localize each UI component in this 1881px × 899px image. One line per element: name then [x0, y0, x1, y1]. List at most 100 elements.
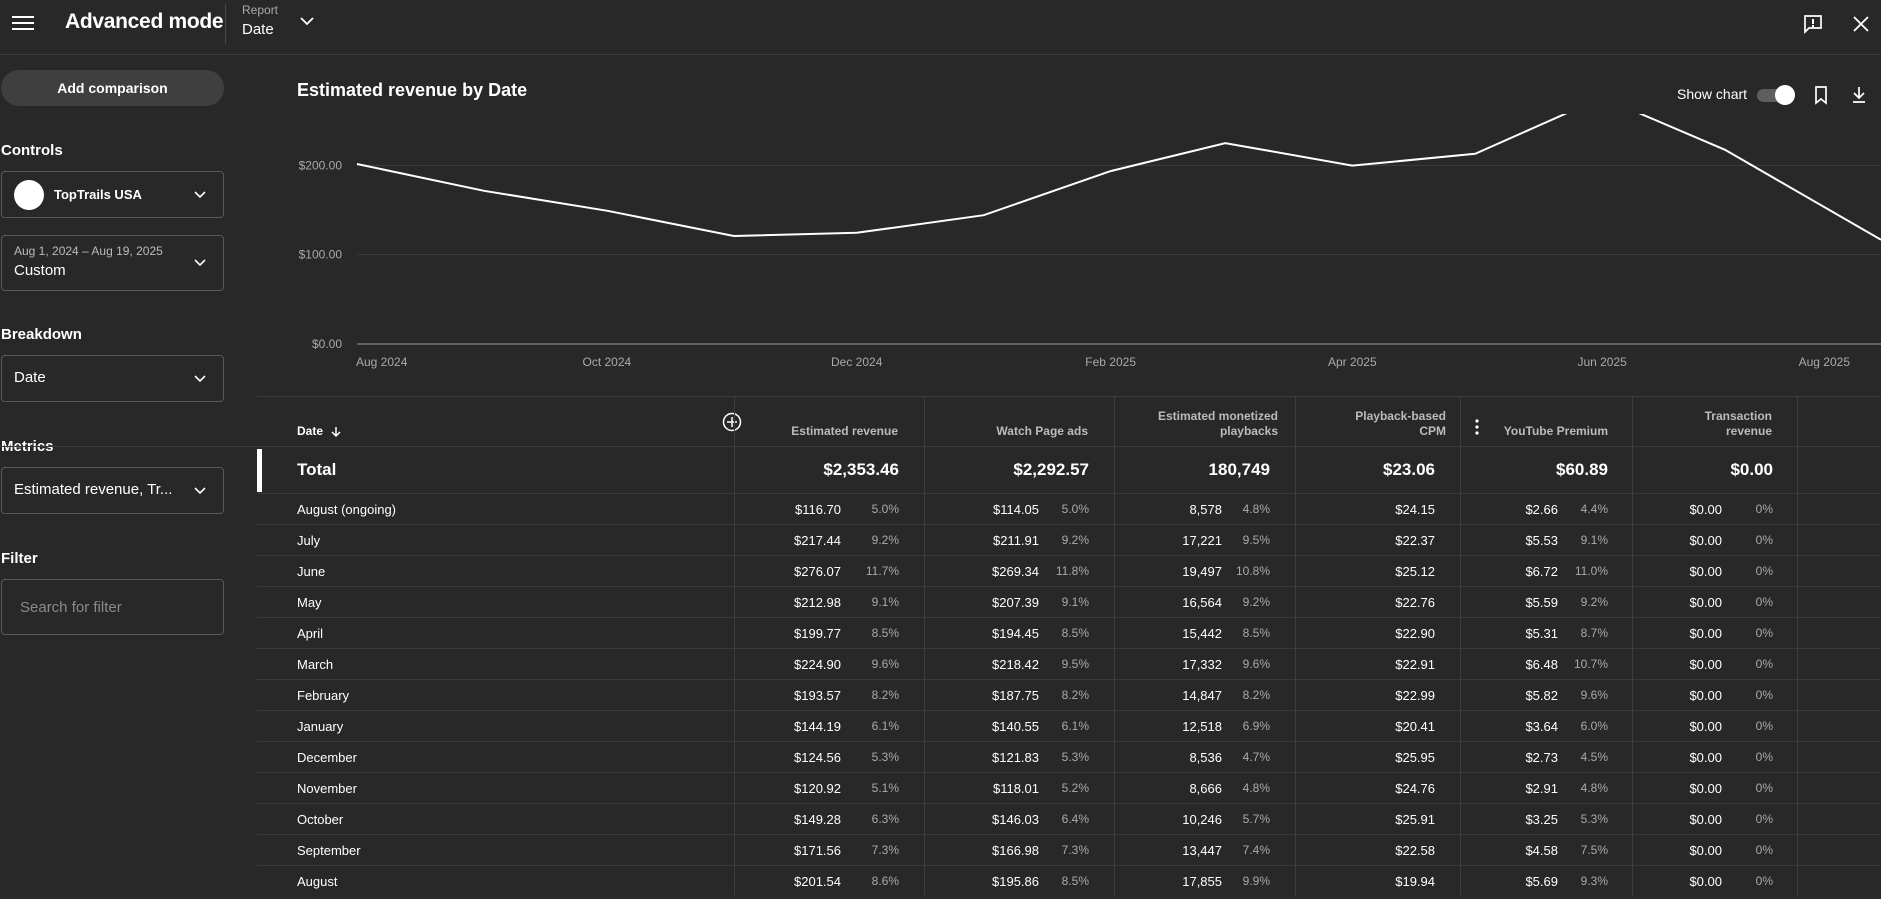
value-cell: 15,442 [1182, 625, 1222, 641]
column-header-monetized-playbacks[interactable]: Estimated monetized playbacks [1132, 397, 1278, 447]
value-cell: $6.48 [1525, 656, 1558, 672]
percent-cell: 0% [1755, 564, 1773, 578]
feedback-icon[interactable] [1802, 13, 1824, 35]
total-label: Total [297, 460, 337, 479]
column-header-youtube-premium[interactable]: YouTube Premium [1488, 397, 1608, 447]
table-row[interactable]: November $120.92 5.1% $118.01 5.2% 8,666 4.8% $… [257, 772, 1881, 803]
value-cell: $0.00 [1689, 501, 1722, 517]
value-cell: 14,847 [1182, 687, 1222, 703]
value-cell: $0.00 [1689, 563, 1722, 579]
value-cell: $121.83 [992, 749, 1039, 765]
value-cell: 16,564 [1182, 594, 1222, 610]
download-icon[interactable] [1848, 84, 1870, 106]
table-row[interactable]: October $149.28 6.3% $146.03 6.4% 10,246 5.7% $… [257, 803, 1881, 834]
percent-cell: 9.2% [1242, 595, 1270, 609]
table-row[interactable]: April $199.77 8.5% $194.45 8.5% 15,442 8.5% $22… [257, 617, 1881, 648]
percent-cell: 9.1% [1580, 533, 1608, 547]
close-icon[interactable] [1850, 13, 1872, 35]
percent-cell: 5.3% [871, 750, 899, 764]
value-cell: $0.00 [1689, 594, 1722, 610]
total-cell: $2,292.57 [1013, 460, 1089, 479]
column-header-estimated-revenue[interactable]: Estimated revenue [738, 397, 898, 447]
percent-cell: 7.3% [871, 843, 899, 857]
menu-icon[interactable] [12, 12, 34, 32]
date-cell: October [297, 811, 344, 827]
date-range-select[interactable]: Aug 1, 2024 – Aug 19, 2025 Custom [1, 235, 224, 291]
value-cell: $0.00 [1689, 811, 1722, 827]
value-cell: $3.64 [1525, 718, 1558, 734]
value-cell: $224.90 [794, 656, 841, 672]
percent-cell: 8.5% [1061, 626, 1089, 640]
percent-cell: 6.1% [871, 719, 899, 733]
table-row[interactable]: September $171.56 7.3% $166.98 7.3% 13,447 7.4… [257, 834, 1881, 865]
more-vert-icon[interactable] [1472, 418, 1482, 436]
table-row[interactable]: March $224.90 9.6% $218.42 9.5% 17,332 9.6% $22… [257, 648, 1881, 679]
percent-cell: 8.7% [1580, 626, 1608, 640]
value-cell: 8,578 [1189, 501, 1222, 517]
value-cell: $2.66 [1525, 501, 1558, 517]
table-row[interactable]: August (ongoing) $116.70 5.0% $114.05 5.0% 8,… [257, 493, 1881, 524]
column-header-date[interactable]: Date [297, 397, 377, 447]
value-cell: $199.77 [794, 625, 841, 641]
total-cell: $2,353.46 [823, 460, 899, 479]
value-cell: $187.75 [992, 687, 1039, 703]
percent-cell: 0% [1755, 626, 1773, 640]
table-row[interactable]: January $144.19 6.1% $140.55 6.1% 12,518 6.9% $… [257, 710, 1881, 741]
percent-cell: 5.0% [871, 502, 899, 516]
percent-cell: 0% [1755, 688, 1773, 702]
percent-cell: 8.2% [871, 688, 899, 702]
add-comparison-button[interactable]: Add comparison [1, 70, 224, 106]
table-row[interactable]: June $276.07 11.7% $269.34 11.8% 19,497 10.8% $… [257, 555, 1881, 586]
table-row[interactable]: May $212.98 9.1% $207.39 9.1% 16,564 9.2% $22.7… [257, 586, 1881, 617]
date-cell: January [297, 718, 344, 734]
chart-title: Estimated revenue by Date [297, 80, 528, 100]
value-cell: $207.39 [992, 594, 1039, 610]
chevron-down-icon [194, 259, 206, 267]
show-chart-toggle[interactable] [1755, 85, 1795, 105]
value-cell: $116.70 [794, 501, 841, 517]
filter-search-input[interactable] [1, 579, 224, 635]
breakdown-select[interactable]: Date [1, 355, 224, 402]
avatar [14, 180, 44, 210]
date-cell: April [297, 625, 324, 641]
percent-cell: 6.3% [871, 812, 899, 826]
percent-cell: 5.1% [871, 781, 899, 795]
percent-cell: 6.4% [1061, 812, 1089, 826]
column-header-watch-page-ads[interactable]: Watch Page ads [928, 397, 1088, 447]
value-cell: $22.91 [1395, 656, 1435, 672]
table-row[interactable]: July $217.44 9.2% $211.91 9.2% 17,221 9.5% $22.… [257, 524, 1881, 555]
date-preset: Custom [14, 262, 66, 279]
value-cell: 8,536 [1189, 749, 1222, 765]
table-row[interactable]: August $201.54 8.6% $195.86 8.5% 17,855 9.9% $1… [257, 865, 1881, 896]
report-label: Report [242, 3, 279, 17]
percent-cell: 6.9% [1242, 719, 1270, 733]
percent-cell: 9.9% [1242, 874, 1270, 888]
value-cell: $5.69 [1525, 873, 1558, 889]
value-cell: $5.82 [1525, 687, 1558, 703]
date-cell: August (ongoing) [297, 501, 397, 517]
percent-cell: 11.0% [1574, 564, 1608, 578]
percent-cell: 0% [1755, 657, 1773, 671]
percent-cell: 8.6% [871, 874, 899, 888]
chevron-down-icon [194, 190, 206, 198]
value-cell: $114.05 [992, 501, 1039, 517]
report-value[interactable]: Date [242, 21, 274, 38]
value-cell: $25.12 [1395, 563, 1435, 579]
value-cell: $218.42 [992, 656, 1039, 672]
chevron-down-icon[interactable] [297, 13, 317, 29]
percent-cell: 9.5% [1061, 657, 1089, 671]
channel-select[interactable]: TopTrails USA [1, 171, 224, 218]
value-cell: 8,666 [1189, 780, 1222, 796]
column-header-transaction-revenue[interactable]: Transaction revenue [1678, 397, 1772, 447]
value-cell: 10,246 [1182, 811, 1222, 827]
value-cell: 12,518 [1182, 718, 1222, 734]
percent-cell: 0% [1755, 533, 1773, 547]
percent-cell: 9.2% [871, 533, 899, 547]
bookmark-icon[interactable] [1810, 84, 1832, 106]
percent-cell: 4.8% [1242, 781, 1270, 795]
table-row[interactable]: February $193.57 8.2% $187.75 8.2% 14,847 8.2%… [257, 679, 1881, 710]
date-cell: August [297, 873, 338, 889]
table-row[interactable]: December $124.56 5.3% $121.83 5.3% 8,536 4.7% $… [257, 741, 1881, 772]
x-tick-label: Aug 2025 [1799, 355, 1851, 369]
column-header-playback-cpm[interactable]: Playback-based CPM [1338, 397, 1446, 447]
